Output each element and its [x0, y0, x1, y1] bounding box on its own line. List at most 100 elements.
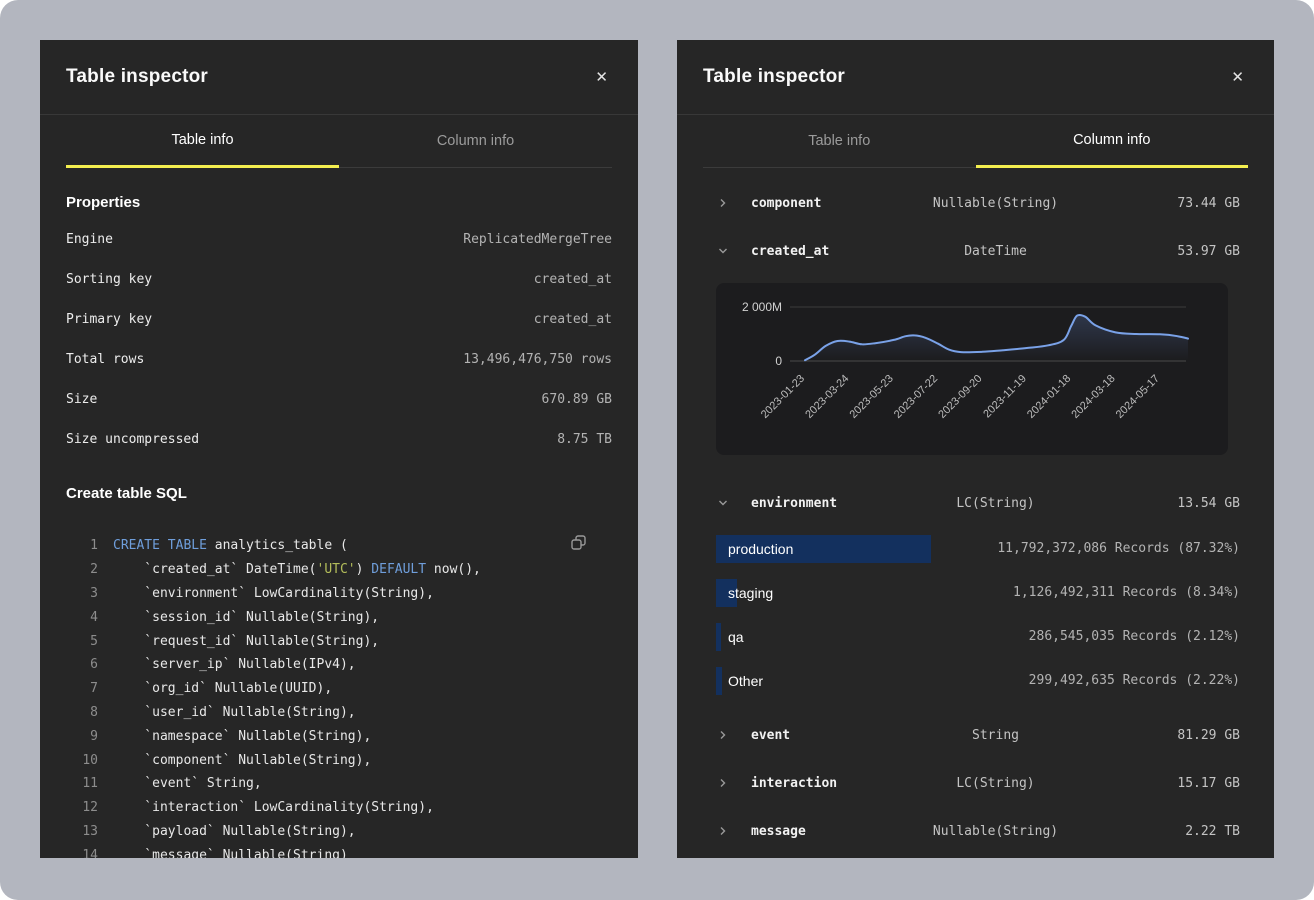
- column-row[interactable]: event String 81.29 GB: [677, 711, 1274, 759]
- sql-token: 'UTC': [317, 562, 356, 577]
- sql-line-number: 4: [66, 610, 98, 625]
- property-value: ReplicatedMergeTree: [463, 232, 612, 247]
- sql-line-number: 5: [66, 634, 98, 649]
- sql-line: 13 `payload` Nullable(String),: [66, 820, 612, 844]
- sql-line-code: `created_at` DateTime('UTC') DEFAULT now…: [113, 562, 481, 577]
- column-row[interactable]: created_at DateTime 53.97 GB: [677, 227, 1274, 275]
- x-axis-tick-label: 2023-01-23: [759, 373, 807, 421]
- table-info-body: Properties Engine ReplicatedMergeTree So…: [40, 194, 638, 858]
- tab-column-info[interactable]: Column info: [339, 115, 612, 168]
- x-axis-tick-label: 2024-01-18: [1025, 373, 1073, 421]
- column-row[interactable]: message Nullable(String) 2.22 TB: [677, 807, 1274, 855]
- chevron-right-icon[interactable]: [717, 825, 751, 837]
- panel-title: Table inspector: [66, 66, 208, 88]
- sql-line-code: `payload` Nullable(String),: [113, 824, 356, 839]
- sql-line-number: 6: [66, 657, 98, 672]
- column-type: LC(String): [914, 496, 1077, 511]
- column-row[interactable]: environment LC(String) 13.54 GB: [677, 479, 1274, 527]
- value-records: 299,492,635 Records (2.22%): [1029, 659, 1240, 703]
- copy-icon[interactable]: [570, 534, 587, 554]
- x-axis-tick-label: 2023-03-24: [803, 373, 851, 421]
- sql-line: 6 `server_ip` Nullable(IPv4),: [66, 653, 612, 677]
- tab-table-info[interactable]: Table info: [66, 115, 339, 168]
- column-name: message: [751, 824, 914, 839]
- tab-column-info[interactable]: Column info: [976, 115, 1249, 168]
- column-name: component: [751, 196, 914, 211]
- sql-line-number: 12: [66, 800, 98, 815]
- sql-token: ): [356, 562, 372, 577]
- sql-code-block: 1 CREATE TABLE analytics_table ( 2 `crea…: [66, 534, 612, 858]
- tab-bar: Table info Column info: [703, 115, 1248, 168]
- column-size: 81.29 GB: [1077, 728, 1240, 743]
- value-label: qa: [728, 615, 744, 659]
- column-size: 2.22 TB: [1077, 824, 1240, 839]
- property-row: Sorting key created_at: [66, 259, 612, 299]
- sql-line-code: `environment` LowCardinality(String),: [113, 586, 434, 601]
- property-value: 670.89 GB: [542, 392, 612, 407]
- sql-line-number: 11: [66, 776, 98, 791]
- sql-line-number: 14: [66, 848, 98, 858]
- column-name: created_at: [751, 244, 914, 259]
- environment-value-row: staging 1,126,492,311 Records (8.34%): [716, 571, 1240, 615]
- properties-heading: Properties: [66, 194, 612, 211]
- environment-value-row: qa 286,545,035 Records (2.12%): [716, 615, 1240, 659]
- property-value: created_at: [534, 272, 612, 287]
- sql-line: 9 `namespace` Nullable(String),: [66, 724, 612, 748]
- create-table-sql-section: Create table SQL 1 CREATE TABLE analytic…: [66, 485, 612, 858]
- chevron-down-icon[interactable]: [717, 497, 751, 509]
- sql-line-code: `request_id` Nullable(String),: [113, 634, 379, 649]
- sql-line: 8 `user_id` Nullable(String),: [66, 701, 612, 725]
- sql-line-code: `namespace` Nullable(String),: [113, 729, 371, 744]
- tab-table-info[interactable]: Table info: [703, 115, 976, 168]
- close-icon[interactable]: ✕: [1227, 66, 1248, 89]
- svg-text:2 000M: 2 000M: [742, 300, 782, 314]
- sql-line-code: `interaction` LowCardinality(String),: [113, 800, 434, 815]
- sql-token: analytics_table (: [207, 538, 348, 553]
- property-label: Primary key: [66, 312, 152, 327]
- value-label: staging: [728, 571, 773, 615]
- sql-token: CREATE TABLE: [113, 538, 207, 553]
- sql-token: `created_at` DateTime(: [113, 562, 317, 577]
- created-at-area-chart: 2 000M02023-01-232023-03-242023-05-23202…: [716, 283, 1228, 455]
- panel-title: Table inspector: [703, 66, 845, 88]
- sql-token: `user_id` Nullable(String),: [113, 705, 356, 720]
- column-row[interactable]: component Nullable(String) 73.44 GB: [677, 179, 1274, 227]
- column-type: DateTime: [914, 244, 1077, 259]
- column-type: Nullable(String): [914, 824, 1077, 839]
- value-records: 1,126,492,311 Records (8.34%): [1013, 571, 1240, 615]
- sql-line-number: 13: [66, 824, 98, 839]
- close-icon[interactable]: ✕: [591, 66, 612, 89]
- sql-token: `org_id` Nullable(UUID),: [113, 681, 332, 696]
- chevron-right-icon[interactable]: [717, 197, 751, 209]
- column-row[interactable]: interaction LC(String) 15.17 GB: [677, 759, 1274, 807]
- sql-line-code: `server_ip` Nullable(IPv4),: [113, 657, 356, 672]
- sql-line: 2 `created_at` DateTime('UTC') DEFAULT n…: [66, 558, 612, 582]
- property-value: 13,496,476,750 rows: [463, 352, 612, 367]
- column-type: String: [914, 728, 1077, 743]
- sql-token: `request_id` Nullable(String),: [113, 634, 379, 649]
- chevron-down-icon[interactable]: [717, 245, 751, 257]
- chevron-right-icon[interactable]: [717, 777, 751, 789]
- sql-line-code: CREATE TABLE analytics_table (: [113, 538, 348, 553]
- sql-token: `session_id` Nullable(String),: [113, 610, 379, 625]
- sql-token: now(),: [426, 562, 481, 577]
- property-value: 8.75 TB: [557, 432, 612, 447]
- chevron-right-icon[interactable]: [717, 729, 751, 741]
- column-type: LC(String): [914, 776, 1077, 791]
- property-label: Size: [66, 392, 97, 407]
- sql-line: 4 `session_id` Nullable(String),: [66, 605, 612, 629]
- column-size: 15.17 GB: [1077, 776, 1240, 791]
- tab-bar: Table info Column info: [66, 115, 612, 168]
- sql-line: 1 CREATE TABLE analytics_table (: [66, 534, 612, 558]
- sql-token: `component` Nullable(String),: [113, 753, 371, 768]
- x-axis-tick-label: 2023-05-23: [848, 373, 896, 421]
- sql-line: 10 `component` Nullable(String),: [66, 748, 612, 772]
- columns-list: component Nullable(String) 73.44 GB crea…: [677, 168, 1274, 855]
- property-label: Engine: [66, 232, 113, 247]
- created-at-distribution-card: 2 000M02023-01-232023-03-242023-05-23202…: [716, 283, 1228, 455]
- sql-lines: 1 CREATE TABLE analytics_table ( 2 `crea…: [66, 534, 612, 858]
- sql-line: 14 `message` Nullable(String): [66, 843, 612, 858]
- property-row: Size 670.89 GB: [66, 379, 612, 419]
- sql-line: 3 `environment` LowCardinality(String),: [66, 582, 612, 606]
- column-size: 13.54 GB: [1077, 496, 1240, 511]
